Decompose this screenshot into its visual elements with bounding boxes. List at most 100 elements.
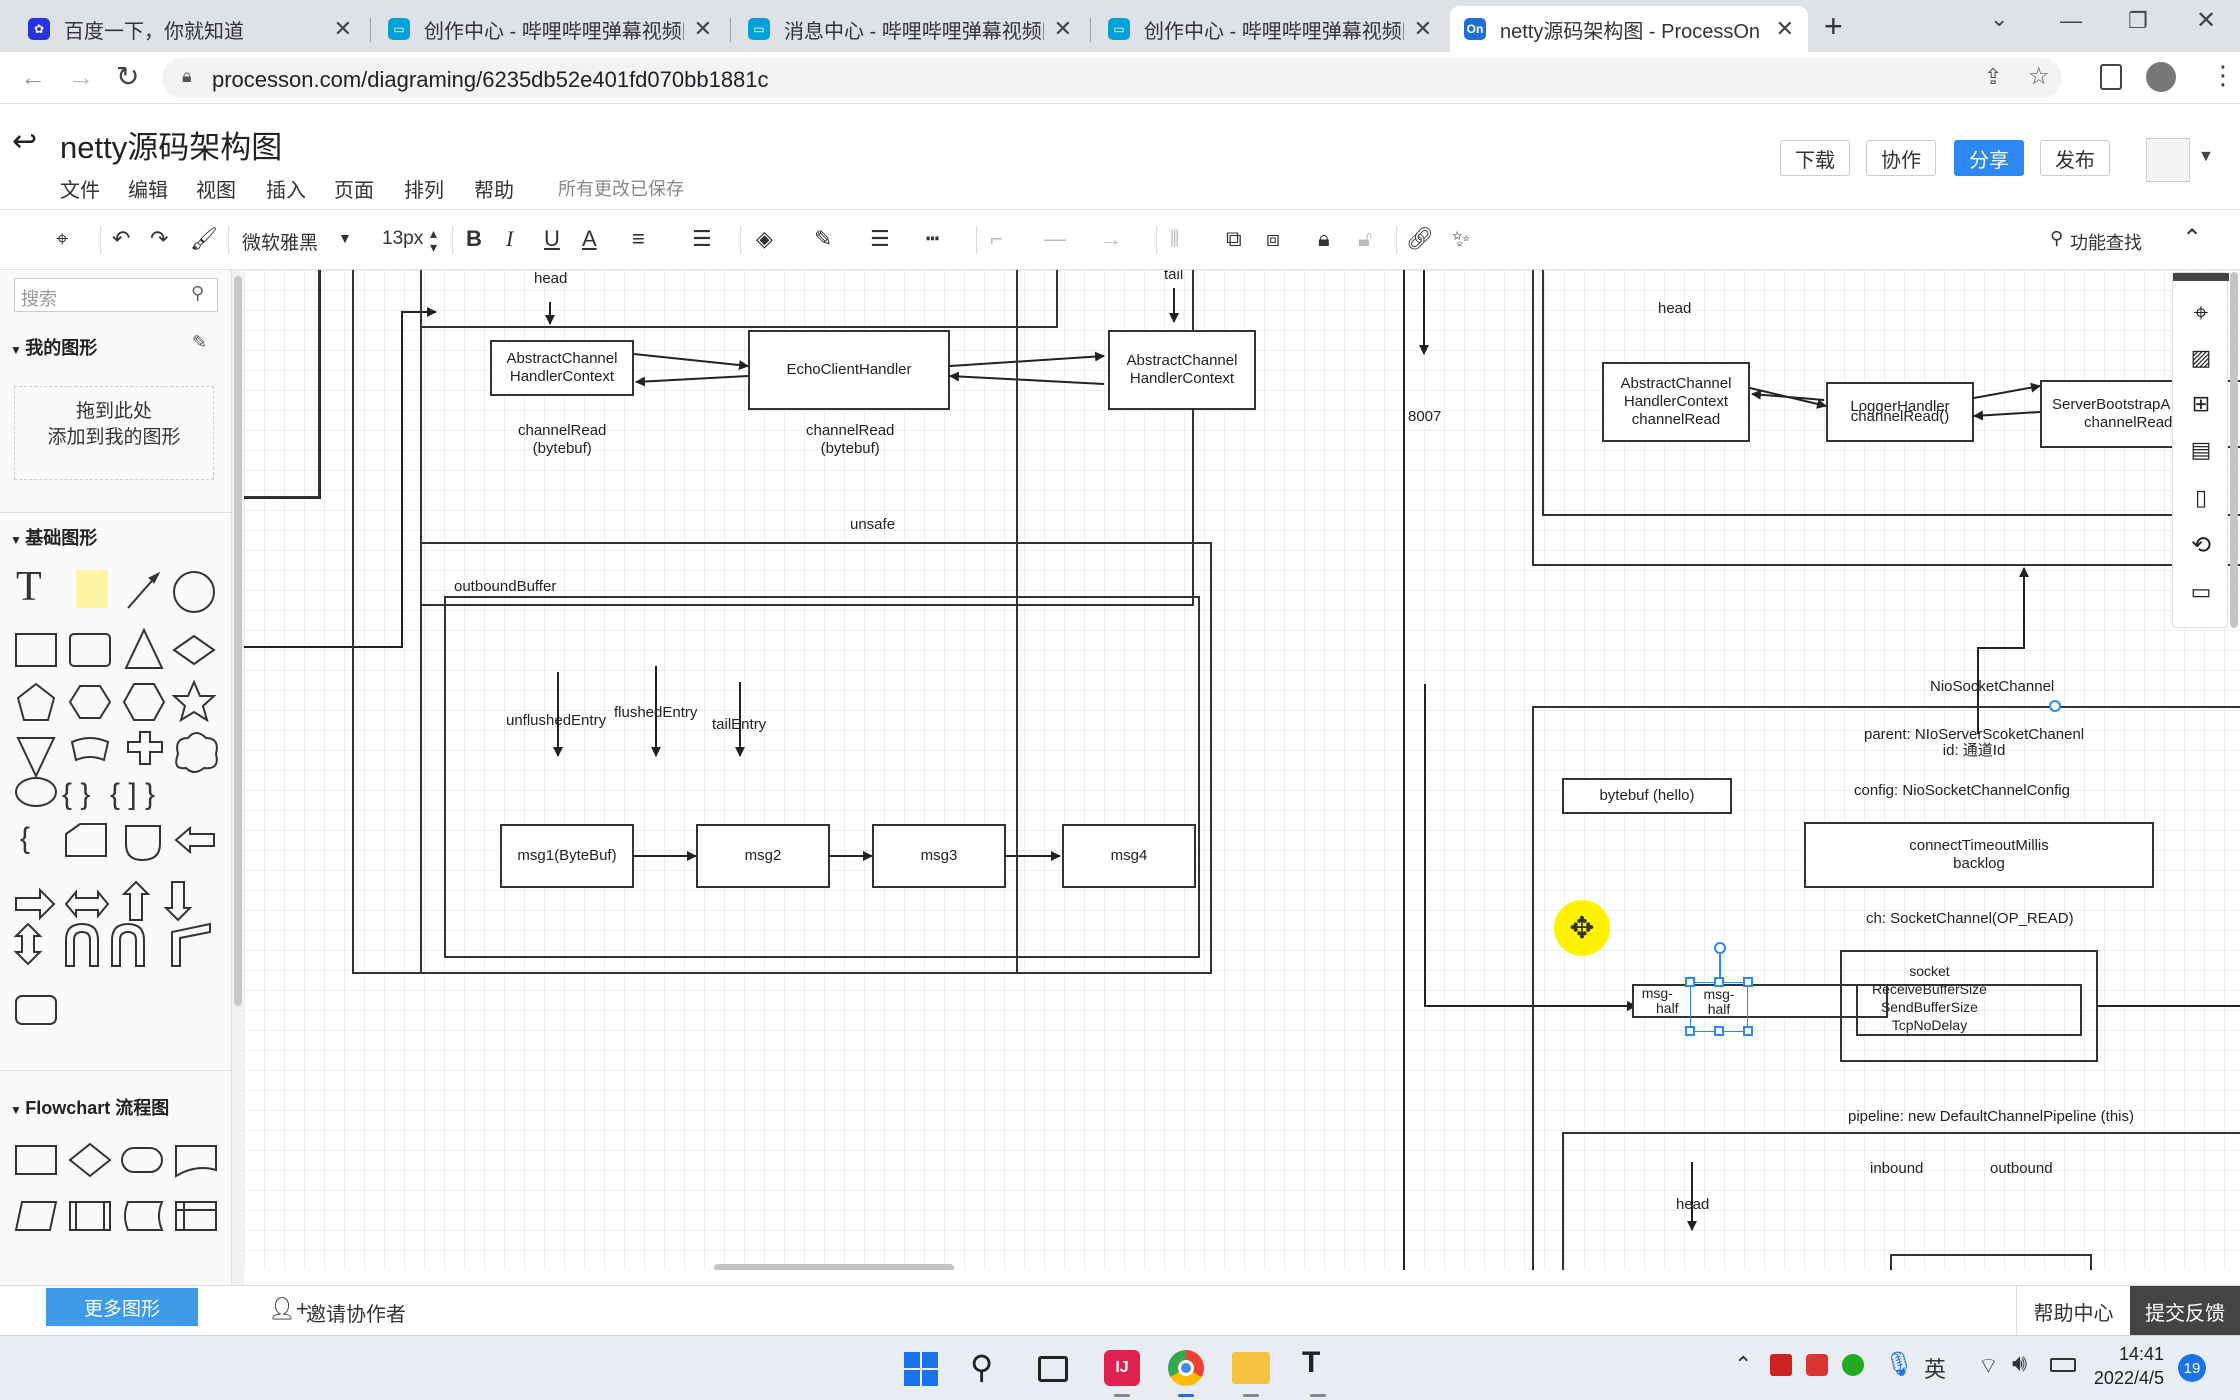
my-shapes-header[interactable]: ▼ 我的图形 — [10, 334, 97, 360]
close-tab-icon[interactable]: ✕ — [334, 16, 352, 42]
my-shapes-dropzone[interactable]: 拖到此处 添加到我的图形 — [14, 386, 214, 480]
resize-handle[interactable] — [1743, 1026, 1753, 1036]
resize-handle[interactable] — [1685, 977, 1695, 987]
underline-button[interactable]: U — [544, 226, 560, 252]
notification-badge[interactable]: 19 — [2178, 1354, 2206, 1382]
line-color-icon[interactable]: ✎ — [814, 226, 832, 252]
font-family-select[interactable]: 微软雅黑 — [242, 228, 318, 255]
profile-avatar-icon[interactable] — [2146, 62, 2176, 92]
magic-wand-icon[interactable]: ✨︎ — [1452, 226, 1470, 252]
fill-color-icon[interactable]: ◈ — [756, 226, 773, 252]
italic-button[interactable]: I — [506, 226, 513, 252]
wifi-icon[interactable]: ⌔ — [1978, 1352, 1999, 1380]
intellij-idea-icon[interactable]: IJ — [1104, 1350, 1140, 1386]
back-to-files-icon[interactable]: ↩ — [12, 124, 37, 159]
windows-start-icon[interactable] — [904, 1352, 938, 1386]
menu-file[interactable]: 文件 — [60, 174, 100, 203]
task-view-icon[interactable] — [1038, 1356, 1068, 1382]
battery-icon[interactable] — [2050, 1358, 2076, 1372]
font-color-button[interactable]: A — [582, 226, 597, 252]
resize-handle[interactable] — [1714, 1026, 1724, 1036]
tray-app-icon[interactable] — [1806, 1354, 1828, 1376]
connect-config-node[interactable]: connectTimeoutMillis backlog — [1804, 822, 2154, 888]
file-explorer-icon[interactable] — [1232, 1352, 1270, 1384]
msg4-node[interactable]: msg4 — [1062, 824, 1196, 888]
help-center-button[interactable]: 帮助中心 — [2016, 1286, 2130, 1336]
ime-indicator[interactable]: 英 — [1924, 1352, 1946, 1384]
line-style-icon[interactable]: ┅ — [926, 226, 939, 252]
minimize-icon[interactable]: — — [2060, 8, 2082, 34]
feature-search-icon[interactable]: ⚲ — [2050, 228, 2063, 249]
basic-shapes-header[interactable]: ▼ 基础图形 — [10, 524, 97, 550]
redo-icon[interactable]: ↷ — [150, 226, 168, 252]
basic-shapes-grid[interactable]: T { } { ] } { — [10, 564, 222, 1050]
lock-shape-icon[interactable]: 🔒︎ — [1318, 226, 1330, 252]
font-size-select[interactable]: 13px — [382, 228, 423, 250]
side-panel-icon[interactable] — [2100, 64, 2122, 90]
clock-time[interactable]: 14:41 — [2092, 1344, 2164, 1365]
browser-menu-icon[interactable]: ⋮ — [2210, 60, 2236, 91]
document-icon[interactable]: ▯ — [2187, 485, 2215, 513]
feature-search-button[interactable]: 功能查找 — [2070, 229, 2142, 255]
msg3-node[interactable]: msg3 — [872, 824, 1006, 888]
tab-baidu[interactable]: ✿ 百度一下，你就知道 ✕ — [14, 6, 366, 52]
invite-collaborator-button[interactable]: 邀请协作者 — [306, 1298, 406, 1327]
close-tab-icon[interactable]: ✕ — [1054, 16, 1072, 42]
ctx-node-left[interactable]: AbstractChannel HandlerContext — [490, 340, 634, 396]
volume-icon[interactable]: 🔊︎ — [2012, 1350, 2027, 1378]
rotate-handle[interactable] — [1714, 942, 1726, 954]
search-icon[interactable]: ⚲ — [970, 1348, 993, 1386]
format-painter-icon[interactable]: 🖌︎ — [190, 226, 218, 252]
tab-bilibili-messages[interactable]: ▭ 消息中心 - 哔哩哔哩弹幕视频网 ✕ — [734, 6, 1086, 52]
menu-arrange[interactable]: 排列 — [404, 174, 444, 203]
more-shapes-button[interactable]: 更多图形 — [46, 1288, 198, 1326]
font-size-stepper-icon[interactable]: ▴ ▾ — [430, 226, 437, 254]
tab-bilibili-creator-2[interactable]: ▭ 创作中心 - 哔哩哔哩弹幕视频网 ✕ — [1094, 6, 1446, 52]
tab-search-chevron-icon[interactable]: ⌄ — [1990, 6, 2008, 32]
msg-half-selected-node[interactable]: msg-half — [1690, 982, 1748, 1032]
line-width-icon[interactable]: ☰ — [870, 226, 890, 252]
line-spacing-icon[interactable]: ☰ — [692, 226, 712, 252]
shape-search-input[interactable]: 搜索 ⚲ — [14, 278, 218, 312]
canvas-horizontal-scrollbar[interactable] — [714, 1264, 954, 1270]
user-menu-caret-icon[interactable]: ▼ — [2198, 148, 2214, 166]
resize-handle[interactable] — [1685, 1026, 1695, 1036]
undo-icon[interactable]: ↶ — [112, 226, 130, 252]
format-brush-icon[interactable]: ⌖ — [56, 226, 68, 252]
send-back-icon[interactable]: ⧈ — [1266, 226, 1280, 252]
unlock-shape-icon[interactable]: 🔓︎ — [1358, 226, 1372, 252]
share-page-icon[interactable]: ⇪ — [1984, 64, 2002, 90]
tray-app-icon[interactable] — [1842, 1354, 1864, 1376]
collapse-toolbar-icon[interactable]: ⌃ — [2182, 224, 2202, 253]
share-button[interactable]: 分享 — [1954, 140, 2024, 176]
partial-bottom-node[interactable] — [1890, 1254, 2092, 1270]
connection-point[interactable] — [2049, 700, 2061, 712]
close-tab-icon[interactable]: ✕ — [1776, 16, 1794, 42]
bring-front-icon[interactable]: ⧉ — [1226, 226, 1242, 252]
user-avatar[interactable] — [2146, 138, 2190, 182]
resize-handle[interactable] — [1743, 977, 1753, 987]
shape-style-icon[interactable]: ⊞ — [2187, 391, 2215, 419]
menu-page[interactable]: 页面 — [334, 174, 374, 203]
msg2-node[interactable]: msg2 — [696, 824, 830, 888]
omnibox[interactable]: 🔒︎ processon.com/diagraming/6235db52e401… — [162, 58, 2062, 98]
menu-view[interactable]: 视图 — [196, 174, 236, 203]
close-window-icon[interactable]: ✕ — [2196, 6, 2216, 35]
microphone-icon[interactable]: 🎙︎ — [1884, 1350, 1914, 1379]
line-end-arrow-icon[interactable]: → — [1100, 226, 1122, 252]
download-button[interactable]: 下载 — [1780, 140, 1850, 176]
bytebuf-hello-node[interactable]: bytebuf (hello) — [1562, 778, 1732, 814]
clock-date[interactable]: 2022/4/5 — [2082, 1368, 2164, 1389]
font-family-caret-icon[interactable]: ▼ — [338, 230, 352, 246]
feedback-button[interactable]: 提交反馈 — [2130, 1286, 2240, 1336]
diagram-canvas[interactable]: head tail AbstractChannel HandlerContext … — [244, 270, 2240, 1270]
msg1-node[interactable]: msg1(ByteBuf) — [500, 824, 634, 888]
align-shapes-icon[interactable]: ⫴ — [1170, 226, 1179, 252]
tray-app-icon[interactable] — [1770, 1354, 1792, 1376]
reload-icon[interactable]: ↻ — [116, 60, 139, 93]
canvas-vertical-scrollbar[interactable] — [2230, 272, 2238, 628]
align-icon[interactable]: ≡ — [632, 226, 645, 252]
tray-overflow-icon[interactable]: ⌃ — [1734, 1352, 1752, 1378]
image-icon[interactable]: ▨ — [2187, 345, 2215, 373]
history-icon[interactable]: ⟲ — [2187, 531, 2215, 559]
